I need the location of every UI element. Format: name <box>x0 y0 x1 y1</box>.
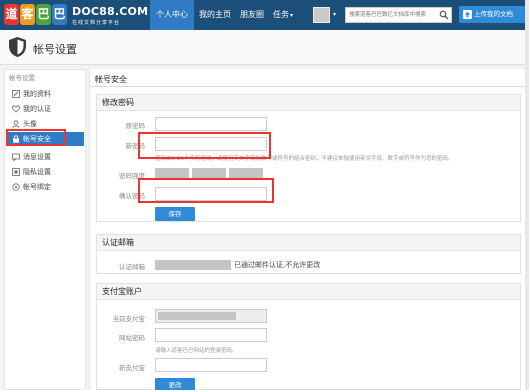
current-alipay-label: 当前支付宝 <box>112 315 146 323</box>
nav-tasks-label: 任务 <box>273 10 289 19</box>
strength-bar-medium <box>192 168 226 178</box>
email-label: 认证邮箱 <box>119 263 145 271</box>
shield-icon <box>9 37 26 57</box>
panel-title: 修改密码 <box>97 95 520 111</box>
privacy-icon <box>12 168 20 176</box>
alipay-panel: 支付宝账户 当前支付宝 网站密码 请输入道客巴巴网站的登录密码。 新支付宝 更改 <box>96 283 521 390</box>
search-input[interactable] <box>346 8 438 22</box>
logo-char: 巴 <box>52 4 67 25</box>
page-title: 帐号设置 <box>33 43 77 56</box>
panel-title: 认证邮箱 <box>97 235 520 251</box>
sidebar-item-label: 隐私设置 <box>23 168 51 176</box>
sidebar-item-message-settings[interactable]: 消息设置 <box>8 150 84 164</box>
site-logo[interactable]: 道 客 巴 巴 <box>4 4 68 25</box>
top-navigation-bar: 道 客 巴 巴 DOC88.COM 在线文档分享平台 个人中心 我的主页 朋友圈… <box>0 0 529 30</box>
avatar[interactable] <box>313 7 330 23</box>
sidebar-item-label: 消息设置 <box>23 153 51 161</box>
sidebar: 帐号设置 我的资料 我的认证 头像 帐号安全 消息设置 隐私设置 帐号绑定 <box>4 69 86 390</box>
highlight-box <box>138 178 274 203</box>
sidebar-item-label: 帐号绑定 <box>23 183 51 191</box>
brand-name: DOC88.COM <box>72 5 149 18</box>
page-header: 帐号设置 <box>0 30 529 65</box>
main-content: 帐号安全 修改密码 原密码 新密码 密码由6-16个字符组成，请使用英文字母加数… <box>89 69 529 390</box>
sidebar-item-profile[interactable]: 我的资料 <box>8 87 84 101</box>
email-value <box>155 260 231 270</box>
divider <box>90 86 526 87</box>
search-icon[interactable] <box>439 10 449 20</box>
nav-tasks[interactable]: 任务▾ <box>269 0 297 30</box>
sidebar-item-label: 头像 <box>23 120 37 128</box>
logo-char: 道 <box>4 4 19 25</box>
email-panel: 认证邮箱 认证邮箱 已通过邮件认证,不允许更改 <box>96 234 521 274</box>
link-icon <box>12 183 20 191</box>
sidebar-item-verification[interactable]: 我的认证 <box>8 102 84 116</box>
nav-personal-center[interactable]: 个人中心 <box>150 0 194 30</box>
highlight-box <box>6 129 66 146</box>
logo-char: 客 <box>20 4 35 25</box>
sidebar-item-account-binding[interactable]: 帐号绑定 <box>8 180 84 194</box>
logo-char: 巴 <box>36 4 51 25</box>
panel-title: 支付宝账户 <box>97 284 520 300</box>
site-password-hint: 请输入道客巴巴网站的登录密码。 <box>155 348 238 354</box>
change-button[interactable]: 更改 <box>155 378 195 390</box>
message-icon <box>12 153 20 161</box>
section-title: 帐号安全 <box>95 75 127 84</box>
nav-friends[interactable]: 朋友圈 <box>236 0 268 30</box>
save-button[interactable]: 保存 <box>155 207 195 221</box>
chevron-down-icon: ▾ <box>290 12 294 19</box>
brand-tagline: 在线文档分享平台 <box>72 20 121 26</box>
site-password-field[interactable] <box>155 328 267 342</box>
current-alipay-value <box>158 312 236 320</box>
edit-icon <box>12 90 20 98</box>
sidebar-item-label: 我的资料 <box>23 90 51 98</box>
new-alipay-field[interactable] <box>155 358 267 372</box>
main-nav: 个人中心 我的主页 朋友圈 任务▾ <box>150 0 298 30</box>
site-password-label: 网站密码 <box>119 334 145 342</box>
sidebar-item-label: 我的认证 <box>23 105 51 113</box>
sidebar-item-privacy-settings[interactable]: 隐私设置 <box>8 165 84 179</box>
old-password-field[interactable] <box>155 117 267 131</box>
strength-bar-strong <box>229 168 263 178</box>
email-status: 已通过邮件认证,不允许更改 <box>234 261 321 269</box>
scrollbar[interactable] <box>525 0 529 390</box>
strength-bar-weak <box>155 168 189 178</box>
heart-icon <box>12 105 20 113</box>
current-alipay-field <box>155 309 267 323</box>
new-alipay-label: 新支付宝 <box>119 364 145 372</box>
nav-my-homepage[interactable]: 我的主页 <box>195 0 235 30</box>
highlight-box <box>138 132 271 159</box>
old-password-label: 原密码 <box>125 122 146 130</box>
user-icon <box>12 120 20 128</box>
upload-icon <box>463 10 472 19</box>
brand[interactable]: DOC88.COM 在线文档分享平台 <box>72 5 148 26</box>
search-box <box>345 7 452 23</box>
upload-label: 上传我的文档 <box>474 10 513 18</box>
sidebar-group-label: 帐号设置 <box>9 74 35 82</box>
upload-button[interactable]: 上传我的文档 <box>459 6 525 23</box>
chevron-down-icon[interactable]: ▾ <box>333 11 336 18</box>
